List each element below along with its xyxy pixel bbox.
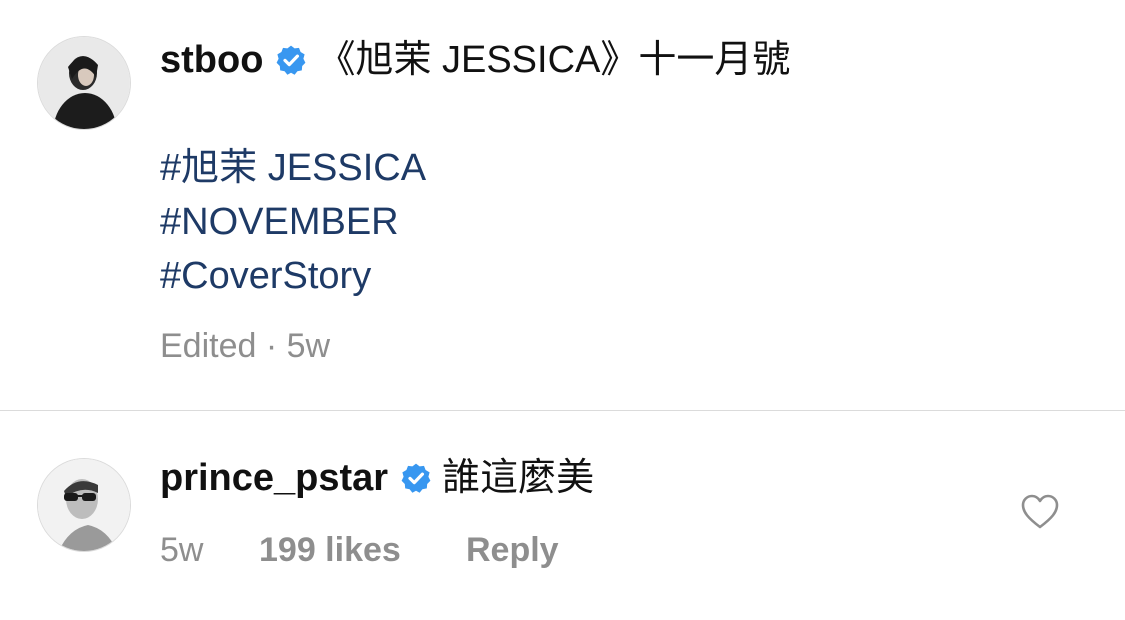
verified-badge-icon — [277, 45, 306, 75]
comment-header: prince_pstar 誰這麼美 — [160, 456, 594, 500]
hashtag-link[interactable]: #旭茉 JESSICA — [160, 146, 426, 190]
edited-label: Edited — [160, 327, 257, 365]
meta-separator: · — [265, 327, 278, 365]
hashtag-link[interactable]: #CoverStory — [160, 254, 371, 298]
post-caption-header: stboo 《旭茉 JESSICA》十一月號 — [160, 38, 790, 82]
post-author-username[interactable]: stboo — [160, 39, 263, 81]
verified-badge-icon — [401, 463, 431, 493]
reply-button[interactable]: Reply — [466, 530, 559, 570]
post-author-avatar[interactable] — [37, 36, 131, 130]
divider — [0, 410, 1125, 411]
commenter-avatar[interactable] — [37, 458, 131, 552]
heart-outline-icon[interactable] — [1020, 492, 1060, 532]
comment-likes-count[interactable]: 199 likes — [259, 530, 401, 570]
post-time-ago: 5w — [286, 327, 331, 365]
comment-text: 誰這麼美 — [442, 457, 595, 499]
commenter-username[interactable]: prince_pstar — [160, 457, 388, 499]
comment-time-ago: 5w — [160, 531, 204, 569]
post-caption-title: 《旭茉 JESSICA》十一月號 — [317, 39, 791, 81]
hashtag-link[interactable]: #NOVEMBER — [160, 200, 399, 244]
post-meta: Edited · 5w — [160, 326, 330, 366]
